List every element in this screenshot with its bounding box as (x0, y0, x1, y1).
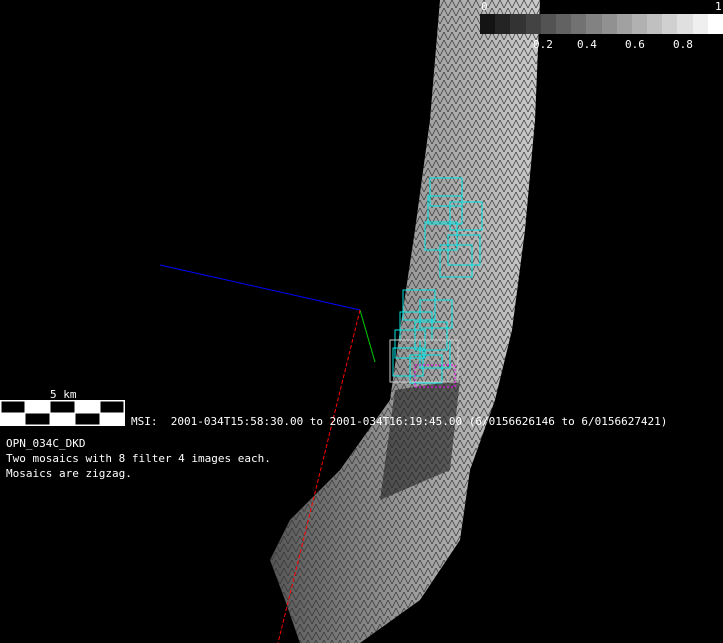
colorbar-step (540, 14, 556, 34)
colorbar-step (616, 14, 632, 34)
axis-y-line (359, 309, 376, 363)
colorbar-step (510, 14, 526, 34)
observation-desc-1: Two mosaics with 8 filter 4 images each. (6, 452, 271, 465)
colorbar-step (677, 14, 693, 34)
colorbar-step (631, 14, 648, 34)
colorbar-step (480, 14, 496, 34)
colorbar-step (692, 14, 708, 34)
viewer-canvas[interactable]: 0 1 0.2 0.4 0.6 0.8 5 km MSI: 2001-034T1… (0, 0, 723, 643)
colorbar-step (707, 14, 723, 34)
msi-time-range: MSI: 2001-034T15:58:30.00 to 2001-034T16… (131, 415, 668, 428)
colorbar-step (647, 14, 663, 34)
colorbar-min-label: 0 (481, 0, 488, 13)
colorbar-tick: 0.6 (625, 38, 645, 51)
colorbar-step (495, 14, 511, 34)
colorbar-step (525, 14, 541, 34)
axis-z-line (159, 264, 361, 311)
colorbar (480, 14, 723, 34)
scale-bar (0, 400, 125, 426)
observation-desc-2: Mosaics are zigzag. (6, 467, 132, 480)
scale-bar-label: 5 km (50, 388, 77, 401)
colorbar-tick: 0.2 (533, 38, 553, 51)
observation-title: OPN_034C_DKD (6, 437, 86, 450)
colorbar-step (601, 14, 617, 34)
asteroid-render (0, 0, 540, 643)
colorbar-max-label: 1 (715, 0, 722, 13)
colorbar-step (586, 14, 602, 34)
colorbar-step (571, 14, 587, 34)
colorbar-tick: 0.8 (673, 38, 693, 51)
colorbar-step (662, 14, 678, 34)
colorbar-tick: 0.4 (577, 38, 597, 51)
colorbar-step (555, 14, 572, 34)
